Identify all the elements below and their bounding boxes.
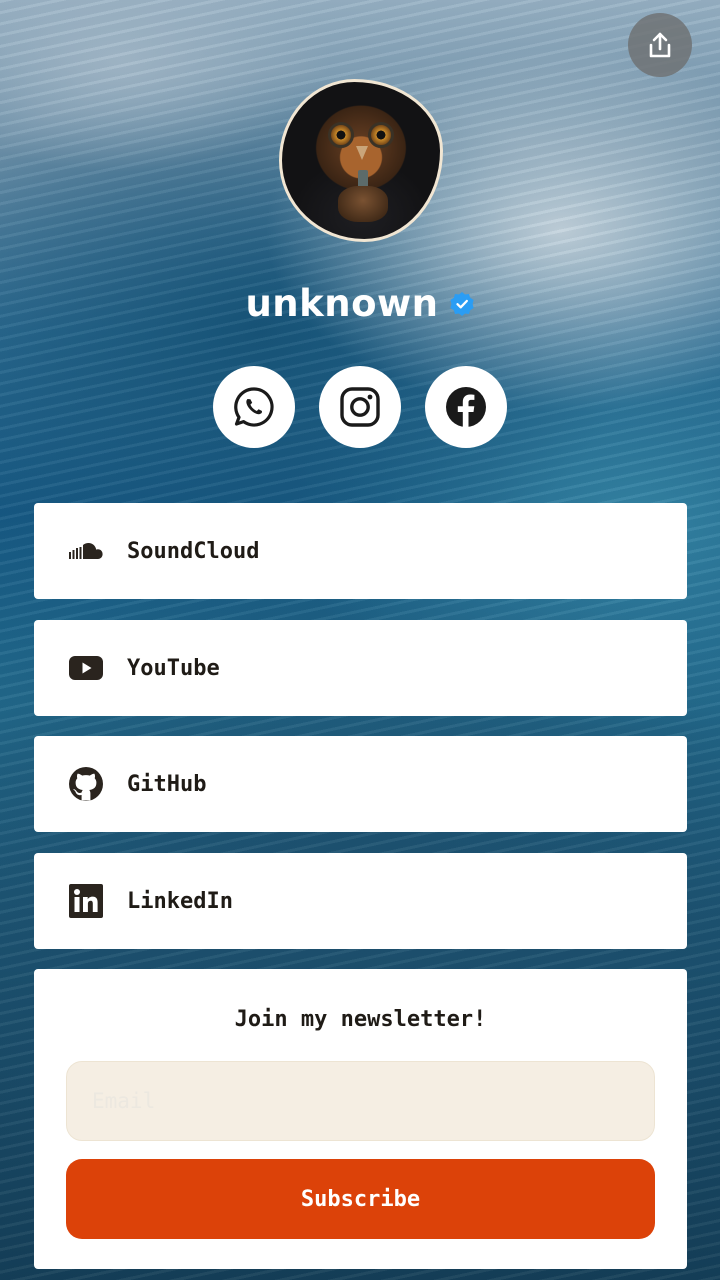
email-field[interactable] bbox=[66, 1061, 655, 1141]
link-youtube[interactable]: YouTube bbox=[34, 620, 687, 716]
owl-hands bbox=[338, 186, 388, 222]
link-label: YouTube bbox=[127, 655, 220, 681]
owl-eye-right bbox=[368, 122, 394, 148]
share-button[interactable] bbox=[628, 13, 692, 77]
link-github[interactable]: GitHub bbox=[34, 736, 687, 832]
link-label: SoundCloud bbox=[127, 538, 260, 564]
newsletter-title: Join my newsletter! bbox=[234, 1007, 487, 1032]
linkedin-icon bbox=[68, 883, 104, 919]
whatsapp-button[interactable] bbox=[213, 366, 295, 448]
whatsapp-icon bbox=[234, 387, 274, 427]
verified-badge-icon bbox=[449, 292, 474, 316]
profile-header: unknown bbox=[0, 278, 720, 328]
owl-beak bbox=[356, 146, 368, 160]
newsletter-card: Join my newsletter! Subscribe bbox=[34, 969, 687, 1269]
avatar bbox=[279, 79, 443, 242]
soundcloud-icon bbox=[68, 533, 104, 569]
facebook-button[interactable] bbox=[425, 366, 507, 448]
share-icon bbox=[649, 32, 671, 58]
instagram-icon bbox=[340, 387, 380, 427]
instagram-button[interactable] bbox=[319, 366, 401, 448]
owl-eye-left bbox=[328, 122, 354, 148]
link-label: LinkedIn bbox=[127, 888, 233, 914]
profile-name: unknown bbox=[245, 281, 439, 325]
subscribe-button[interactable]: Subscribe bbox=[66, 1159, 655, 1239]
facebook-icon bbox=[446, 387, 486, 427]
link-soundcloud[interactable]: SoundCloud bbox=[34, 503, 687, 599]
github-icon bbox=[68, 766, 104, 802]
link-linkedin[interactable]: LinkedIn bbox=[34, 853, 687, 949]
link-label: GitHub bbox=[127, 771, 207, 797]
youtube-icon bbox=[68, 650, 104, 686]
social-icons-row bbox=[0, 366, 720, 448]
